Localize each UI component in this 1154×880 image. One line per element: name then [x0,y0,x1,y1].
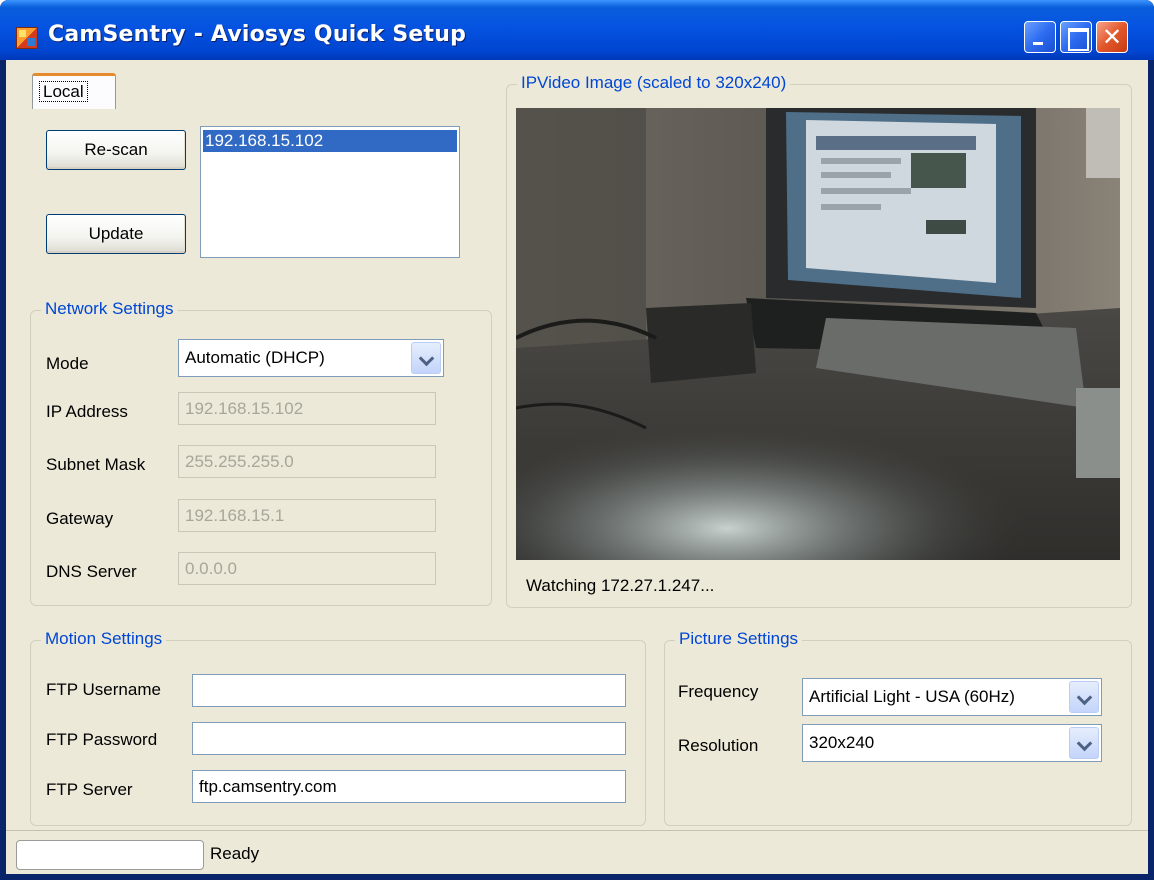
mode-value: Automatic (DHCP) [185,348,325,367]
status-bar: Ready [6,830,1148,874]
dns-label: DNS Server [46,562,137,581]
maximize-button[interactable] [1060,21,1092,53]
video-title: IPVideo Image (scaled to 320x240) [517,73,791,93]
network-settings-title: Network Settings [41,299,178,319]
subnet-label: Subnet Mask [46,455,146,474]
minimize-button[interactable] [1024,21,1056,53]
dns-field[interactable]: 0.0.0.0 [178,552,436,585]
subnet-field[interactable]: 255.255.255.0 [178,445,436,478]
tab-local[interactable]: Local [32,73,116,109]
ftp-username-label: FTP Username [46,680,161,699]
device-list[interactable]: 192.168.15.102 [200,126,460,258]
video-status: Watching 172.27.1.247... [526,576,715,595]
gateway-label: Gateway [46,509,114,528]
ftp-server-field[interactable]: ftp.camsentry.com [192,770,626,803]
ftp-password-label: FTP Password [46,730,158,749]
update-button[interactable]: Update [46,214,186,254]
chevron-down-icon[interactable] [1069,681,1099,713]
device-list-item[interactable]: 192.168.15.102 [203,130,457,152]
tab-label: Local [39,81,88,102]
ftp-password-field[interactable] [192,722,626,755]
camera-feed-image [516,108,1120,560]
ip-label: IP Address [46,402,128,421]
frequency-select[interactable]: Artificial Light - USA (60Hz) [802,678,1102,716]
camera-scene-graphic [516,108,1120,560]
ftp-server-label: FTP Server [46,780,133,799]
resolution-select[interactable]: 320x240 [802,724,1102,762]
mode-label: Mode [46,354,89,373]
window-title: CamSentry - Aviosys Quick Setup [48,22,467,47]
progress-bar [16,840,204,870]
picture-settings-title: Picture Settings [675,629,803,649]
frequency-value: Artificial Light - USA (60Hz) [809,687,1015,706]
app-icon[interactable] [16,27,38,49]
title-bar[interactable]: CamSentry - Aviosys Quick Setup ✕ [0,0,1154,60]
ftp-username-field[interactable] [192,674,626,707]
chevron-down-icon[interactable] [1069,727,1099,759]
ip-field[interactable]: 192.168.15.102 [178,392,436,425]
mode-select[interactable]: Automatic (DHCP) [178,339,444,377]
resolution-label: Resolution [678,736,759,755]
frequency-label: Frequency [678,682,759,701]
close-button[interactable]: ✕ [1096,21,1128,53]
status-text: Ready [210,844,260,863]
resolution-value: 320x240 [809,733,875,752]
gateway-field[interactable]: 192.168.15.1 [178,499,436,532]
client-area: Local Re-scan Update 192.168.15.102 Netw… [6,60,1148,874]
motion-settings-title: Motion Settings [41,629,167,649]
rescan-button[interactable]: Re-scan [46,130,186,170]
app-window: CamSentry - Aviosys Quick Setup ✕ Local … [0,0,1154,880]
chevron-down-icon[interactable] [411,342,441,374]
